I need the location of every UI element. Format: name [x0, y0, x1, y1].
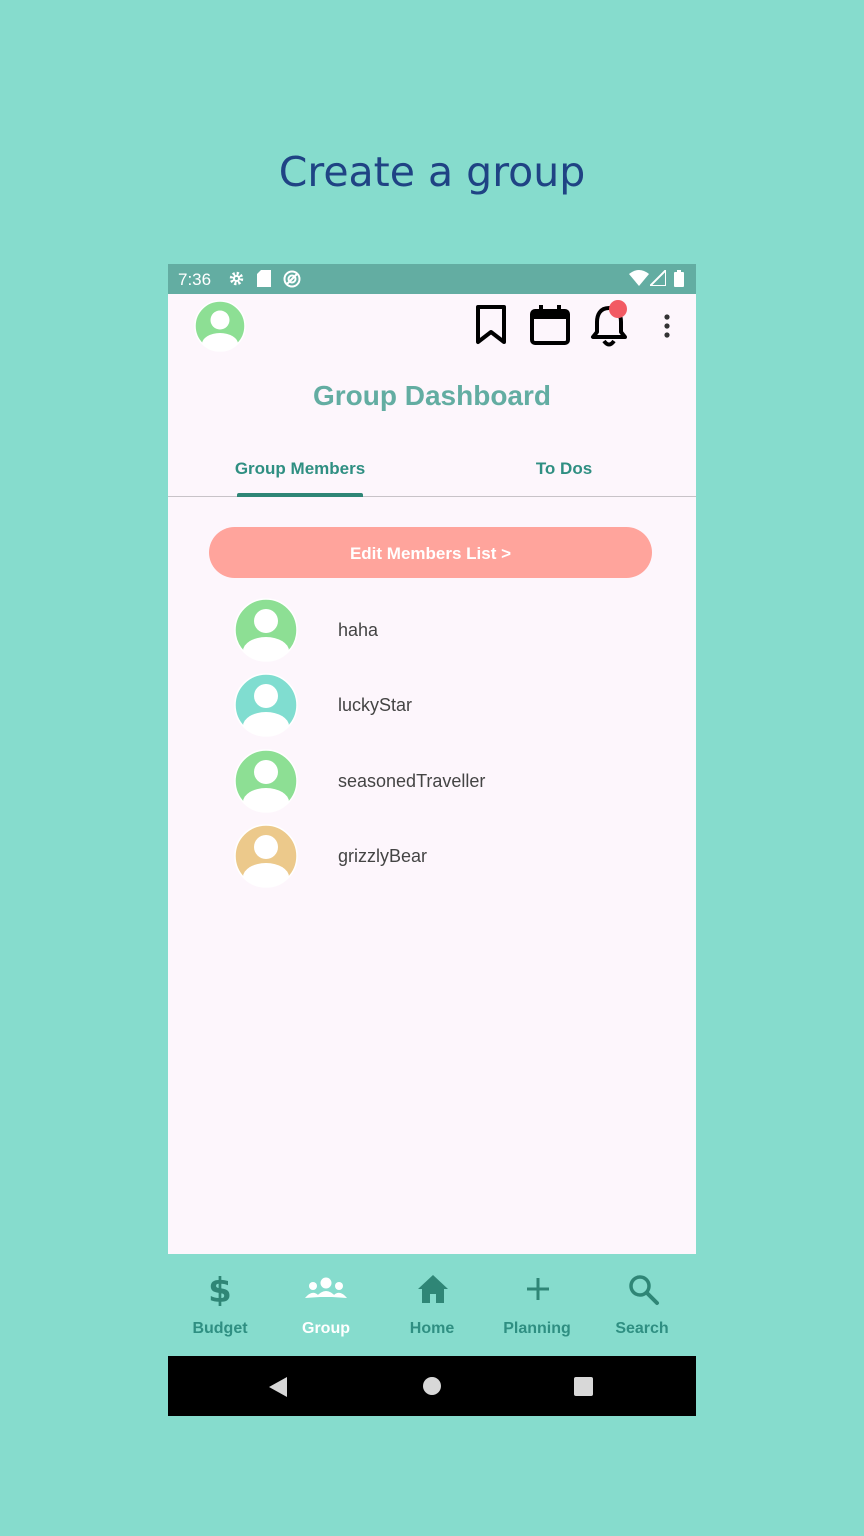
nav-label: Search [615, 1320, 669, 1337]
member-avatar [234, 673, 298, 737]
page-title: Group Dashboard [312, 380, 551, 411]
nav-label: Budget [192, 1320, 248, 1337]
wifi-icon [629, 270, 649, 286]
search-icon [629, 1275, 659, 1305]
more-options-icon[interactable] [663, 314, 671, 338]
app-bar [168, 294, 696, 358]
status-time: 7:36 [178, 270, 212, 289]
member-avatar [234, 749, 298, 813]
sd-card-icon [257, 270, 271, 287]
member-name: haha [338, 620, 379, 640]
slide-caption: Create a group [278, 148, 586, 196]
cell-signal-icon [650, 270, 666, 286]
member-name: luckyStar [338, 695, 413, 715]
tab-group-members[interactable]: Group Members [200, 459, 400, 479]
settings-icon [229, 271, 244, 286]
tab-indicator [237, 493, 363, 497]
member-item[interactable]: grizzlyBear [234, 824, 634, 888]
nav-search[interactable]: Search [590, 1254, 694, 1356]
back-icon[interactable] [268, 1376, 288, 1398]
member-name: seasonedTraveller [338, 771, 486, 791]
edit-members-button[interactable]: Edit Members List > [209, 527, 652, 578]
nav-budget[interactable]: $ Budget [168, 1254, 272, 1356]
nav-home[interactable]: Home [380, 1254, 484, 1356]
dollar-icon: $ [208, 1272, 232, 1306]
notification-badge [609, 300, 627, 318]
bookmark-icon[interactable] [474, 304, 508, 346]
nav-group[interactable]: Group [274, 1254, 378, 1356]
nav-label: Group [302, 1320, 350, 1337]
profile-avatar[interactable] [194, 300, 246, 352]
nav-label: Home [409, 1320, 455, 1337]
tab-bar: Group Members To Dos [168, 444, 696, 497]
sync-icon [283, 270, 301, 288]
plus-icon [527, 1278, 549, 1300]
system-nav-bar [168, 1356, 696, 1416]
bottom-navigation: $ Budget Group Home Planning Search [168, 1254, 696, 1356]
group-icon [305, 1277, 347, 1298]
nav-label: Planning [503, 1320, 571, 1337]
member-item[interactable]: haha [234, 598, 634, 662]
member-item[interactable]: seasonedTraveller [234, 749, 634, 813]
member-avatar [234, 824, 298, 888]
recents-icon[interactable] [574, 1377, 593, 1396]
home-button-icon[interactable] [422, 1376, 442, 1396]
member-avatar [234, 598, 298, 662]
member-name: grizzlyBear [338, 846, 428, 866]
battery-icon [674, 270, 684, 287]
status-bar: 7:36 [168, 264, 696, 294]
tab-to-dos[interactable]: To Dos [464, 459, 664, 479]
svg-text:$: $ [208, 1272, 232, 1306]
member-item[interactable]: luckyStar [234, 673, 634, 737]
nav-planning[interactable]: Planning [485, 1254, 589, 1356]
home-icon [418, 1275, 448, 1303]
calendar-icon[interactable] [529, 304, 571, 346]
phone-screen: 7:36 Group Dashboard Group Members To Do… [168, 264, 696, 1416]
